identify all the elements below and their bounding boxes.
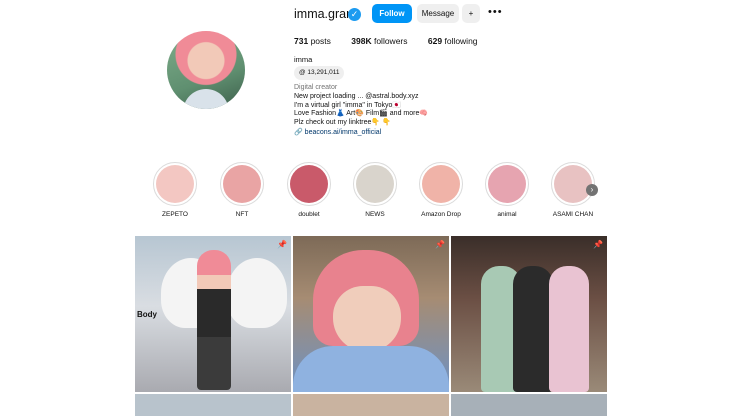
bio-line: I'm a virtual girl "imma" in Tokyo🇯🇵 [294, 101, 402, 109]
highlight-cover [554, 165, 592, 203]
highlight-label: ZEPETO [162, 211, 188, 218]
profile-stats: 731 posts 398K followers 629 following [294, 36, 496, 46]
post-tile[interactable]: 📌 [293, 236, 449, 392]
profile-full-name: imma [294, 55, 313, 64]
highlight-item[interactable]: ZEPETO [150, 162, 200, 218]
post-tile[interactable]: Body 📌 [135, 236, 291, 392]
posts-count: 731 [294, 36, 309, 46]
highlight-ring [419, 162, 463, 206]
followers-count: 398K [351, 36, 372, 46]
highlight-label: doublet [298, 211, 320, 218]
highlight-ring [353, 162, 397, 206]
highlight-label: NEWS [365, 211, 385, 218]
profile-link[interactable]: 🔗 beacons.ai/imma_official [294, 128, 381, 136]
profile-category: Digital creator [294, 84, 338, 91]
highlight-cover [356, 165, 394, 203]
highlight-cover [422, 165, 460, 203]
highlight-ring [153, 162, 197, 206]
profile-avatar[interactable] [167, 31, 245, 109]
highlight-cover [223, 165, 261, 203]
following-stat[interactable]: 629 following [428, 36, 478, 46]
highlight-ring [220, 162, 264, 206]
highlight-item[interactable]: Amazon Drop [416, 162, 466, 218]
verified-badge-icon: ✓ [348, 8, 361, 21]
post-image-figure [197, 250, 231, 390]
following-label: following [444, 36, 478, 46]
following-count: 629 [427, 36, 443, 46]
pinned-icon: 📌 [435, 240, 445, 249]
post-image-wing [227, 258, 287, 328]
highlight-label: animal [497, 211, 517, 218]
highlights-next-icon[interactable]: › [586, 184, 598, 196]
threads-badge[interactable]: @ 13,291,011 [294, 66, 345, 80]
post-tile[interactable] [135, 394, 291, 416]
post-tile[interactable] [293, 394, 449, 416]
post-image-hoodie [293, 346, 449, 392]
avatar-shirt [183, 89, 229, 109]
highlight-item[interactable]: doublet [284, 162, 334, 218]
profile-link-text: beacons.ai/imma_official [304, 129, 382, 136]
highlight-ring [485, 162, 529, 206]
link-icon: 🔗 [294, 129, 303, 136]
posts-stat: 731 posts [294, 36, 331, 46]
threads-count: 13,291,011 [307, 69, 340, 76]
post-image-person [513, 266, 553, 392]
more-options-icon[interactable]: ••• [488, 6, 503, 18]
post-tile[interactable] [451, 394, 607, 416]
posts-label: posts [310, 36, 331, 46]
bio-line: New project loading ... @astral.body.xyz [294, 93, 419, 100]
post-image-person [549, 266, 589, 392]
highlight-label: Amazon Drop [421, 211, 461, 218]
add-person-icon: + [468, 9, 474, 18]
message-button[interactable]: Message [417, 4, 459, 23]
highlight-label: ASAMI CHAN [552, 211, 594, 218]
pinned-icon: 📌 [593, 240, 603, 249]
follow-button[interactable]: Follow [372, 4, 412, 23]
bio-line: Plz check out my linktree👇 👇 [294, 118, 391, 126]
followers-stat[interactable]: 398K followers [351, 36, 407, 46]
post-caption-text: Body [137, 310, 157, 319]
highlight-cover [290, 165, 328, 203]
threads-icon: @ [299, 69, 306, 76]
pinned-icon: 📌 [277, 240, 287, 249]
highlight-cover [156, 165, 194, 203]
followers-label: followers [373, 36, 408, 46]
highlight-ring [287, 162, 331, 206]
highlight-item[interactable]: NEWS [350, 162, 400, 218]
highlight-label: NFT [235, 211, 249, 218]
highlight-cover [488, 165, 526, 203]
add-person-button[interactable]: + [462, 4, 480, 23]
post-tile[interactable]: 📌 [451, 236, 607, 392]
highlight-item[interactable]: animal [482, 162, 532, 218]
bio-line: Love Fashion👗 Art🎨 Film🎬 and more🧠 [294, 110, 429, 117]
post-image-face [333, 286, 401, 352]
profile-bio: New project loading ... @astral.body.xyz… [294, 93, 428, 127]
highlight-item[interactable]: NFT [217, 162, 267, 218]
